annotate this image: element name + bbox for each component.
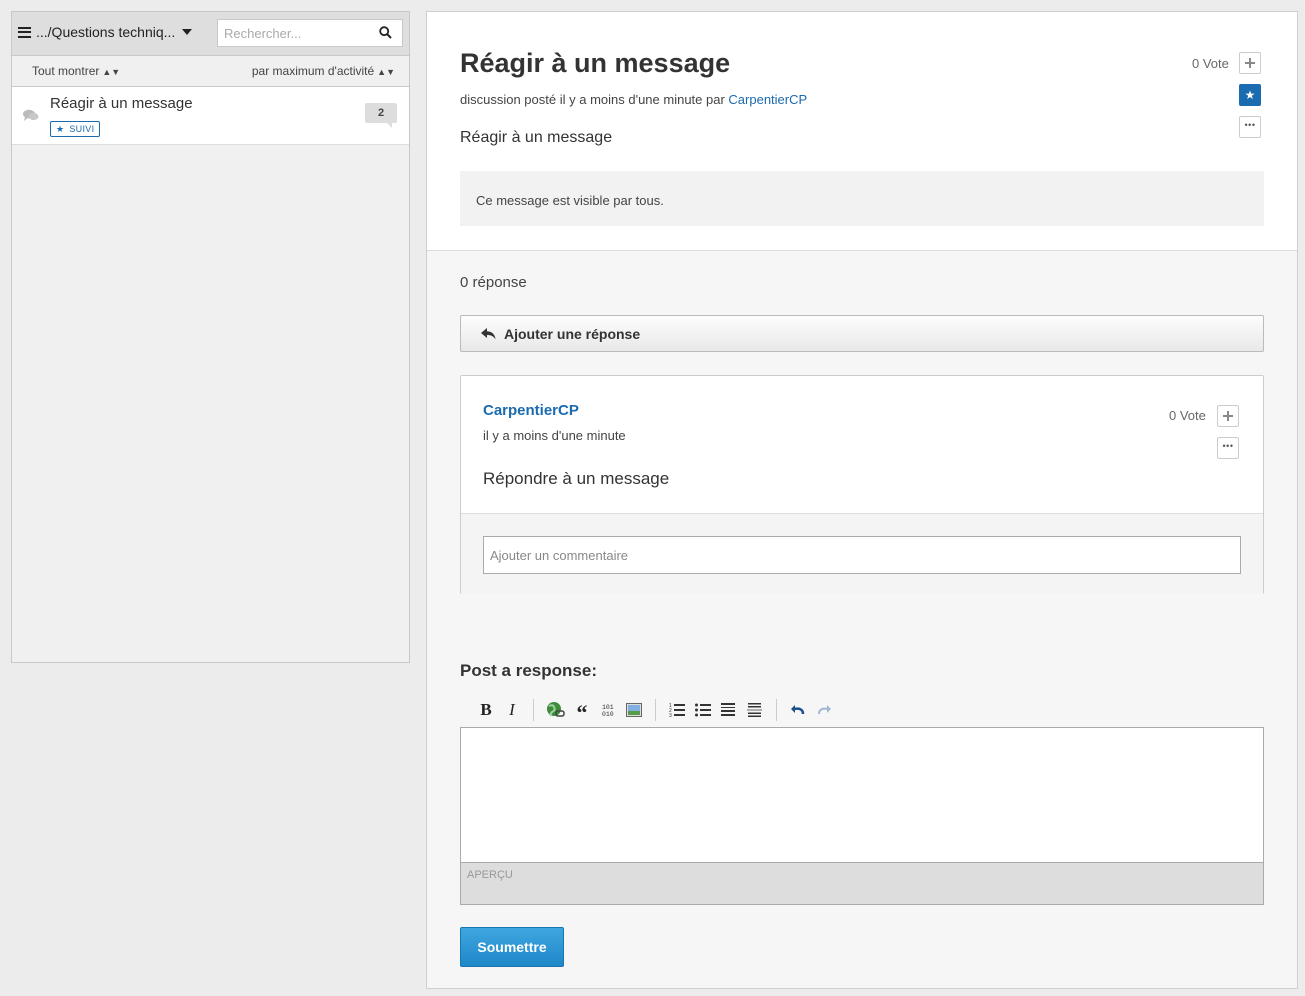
sort-arrows-icon: ▲▼ <box>102 67 121 77</box>
thread-list-item[interactable]: Réagir à un message ★ SUIVI 2 <box>12 87 409 145</box>
svg-text:3: 3 <box>669 713 672 718</box>
heading-button[interactable] <box>720 699 738 721</box>
discussion-thread-panel: Réagir à un message discussion posté il … <box>426 11 1298 989</box>
svg-text:101: 101 <box>602 704 614 711</box>
plus-icon <box>1245 58 1255 68</box>
search-icon[interactable] <box>379 26 392 39</box>
add-response-button[interactable]: Ajouter une réponse <box>460 315 1264 352</box>
horizontal-rule-icon <box>747 703 762 717</box>
response-vote-button[interactable] <box>1217 405 1239 427</box>
image-button[interactable] <box>625 699 643 721</box>
filter-label: Tout montrer <box>32 64 100 78</box>
bulleted-list-icon <box>694 703 711 717</box>
post-author-link[interactable]: CarpentierCP <box>728 92 807 107</box>
more-icon: ••• <box>1222 441 1234 451</box>
bold-icon: B <box>480 700 492 719</box>
heading-icon <box>721 703 735 716</box>
response-comment-area <box>461 513 1263 594</box>
preview-label: APERÇU <box>467 869 513 881</box>
bulleted-list-button[interactable] <box>694 699 712 721</box>
visibility-text: Ce message est visible par tous. <box>476 193 664 208</box>
search-box <box>217 19 403 47</box>
bold-button[interactable]: B <box>477 699 495 721</box>
sort-select[interactable]: par maximum d'activité ▲▼ <box>252 64 395 78</box>
redo-icon <box>818 705 831 715</box>
plus-icon <box>1223 411 1233 421</box>
response-author-link[interactable]: CarpentierCP <box>483 402 579 419</box>
caret-down-icon <box>182 29 193 35</box>
sidebar-filter-bar: Tout montrer ▲▼ par maximum d'activité ▲▼ <box>12 56 409 87</box>
response-editor[interactable] <box>460 727 1264 863</box>
more-icon: ••• <box>1244 120 1256 130</box>
italic-button[interactable]: I <box>503 699 521 721</box>
preview-pane: APERÇU <box>460 863 1264 905</box>
response-vote-count: 0 Vote <box>1169 408 1206 423</box>
response-card: CarpentierCP il y a moins d'une minute R… <box>460 375 1264 594</box>
sort-label: par maximum d'activité <box>251 64 375 78</box>
star-icon: ★ <box>56 124 65 134</box>
horizontal-rule-button[interactable] <box>746 699 764 721</box>
toolbar-divider <box>533 699 534 721</box>
post-more-actions-button[interactable]: ••• <box>1239 116 1261 138</box>
add-response-label: Ajouter une réponse <box>504 325 641 342</box>
toolbar-divider <box>655 699 656 721</box>
post-meta-text: discussion posté il y a moins d'une minu… <box>460 92 725 107</box>
comment-count-badge: 2 <box>365 103 397 128</box>
post-body: Réagir à un message <box>460 129 613 146</box>
post-title: Réagir à un message <box>460 48 731 78</box>
discussion-sidebar: .../Questions techniq... Tout montrer▲▼ … <box>11 11 410 663</box>
sort-arrows-icon: ▲▼ <box>377 67 395 77</box>
follow-button[interactable]: ★ <box>1239 84 1261 106</box>
reply-icon <box>481 327 496 339</box>
undo-icon <box>791 705 805 715</box>
code-button[interactable]: 101 010 <box>599 699 617 721</box>
quote-icon: “ <box>576 700 588 725</box>
numbered-list-icon: 1 2 3 <box>669 703 685 718</box>
submit-button[interactable]: Soumettre <box>460 927 564 967</box>
svg-text:010: 010 <box>602 711 614 718</box>
numbered-list-button[interactable]: 1 2 3 <box>668 699 686 721</box>
post-meta: discussion posté il y a moins d'une minu… <box>460 92 807 107</box>
browse-topics-label: .../Questions techniq... <box>36 24 176 40</box>
search-input[interactable] <box>218 20 380 46</box>
sidebar-header: .../Questions techniq... <box>12 12 409 56</box>
post-header: Réagir à un message discussion posté il … <box>427 12 1297 251</box>
visibility-note: Ce message est visible par tous. <box>460 171 1264 226</box>
link-icon <box>547 702 565 717</box>
menu-icon <box>18 26 31 38</box>
italic-icon: I <box>509 700 515 719</box>
comments-icon <box>23 109 39 121</box>
post-vote-button[interactable] <box>1239 52 1261 74</box>
editor-toolbar: B I “ 101 010 1 2 3 <box>477 698 841 725</box>
response-more-actions-button[interactable]: ••• <box>1217 437 1239 459</box>
response-timestamp: il y a moins d'une minute <box>483 428 626 443</box>
comment-input[interactable] <box>483 536 1241 574</box>
star-icon: ★ <box>1244 88 1256 102</box>
code-icon: 101 010 <box>602 704 614 718</box>
image-icon <box>626 703 642 717</box>
post-vote-count: 0 Vote <box>1192 56 1229 71</box>
post-response-heading: Post a response: <box>460 661 597 680</box>
thread-title: Réagir à un message <box>50 95 193 112</box>
followed-badge: ★ SUIVI <box>50 121 101 137</box>
filter-select[interactable]: Tout montrer ▲▼ <box>32 64 120 78</box>
undo-button[interactable] <box>789 699 807 721</box>
redo-button[interactable] <box>815 699 833 721</box>
followed-badge-label: SUIVI <box>69 124 95 134</box>
response-body: Répondre à un message <box>483 469 670 488</box>
toolbar-divider <box>776 699 777 721</box>
link-button[interactable] <box>546 699 565 721</box>
quote-button[interactable]: “ <box>573 700 591 725</box>
response-count: 0 réponse <box>460 274 527 291</box>
browse-topics-button[interactable]: .../Questions techniq... <box>18 24 193 40</box>
